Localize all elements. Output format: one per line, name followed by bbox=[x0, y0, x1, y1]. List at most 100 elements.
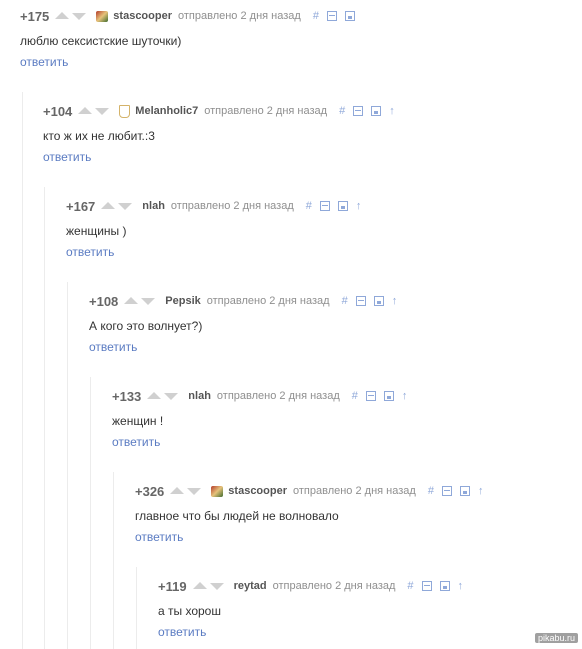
comment-author[interactable]: reytad bbox=[234, 580, 267, 592]
arrow-parent-icon[interactable]: ↑ bbox=[458, 580, 464, 592]
comment-rating: +104 bbox=[43, 103, 73, 119]
comment-header: +167 nlah отправлено 2 дня назад # ↑ bbox=[66, 197, 369, 215]
comment-timestamp: отправлено 2 дня назад bbox=[170, 200, 294, 212]
comment-timestamp: отправлено 2 дня назад bbox=[216, 390, 340, 402]
comment-text: а ты хорош bbox=[158, 604, 221, 618]
reply-link[interactable]: ответить bbox=[66, 245, 114, 259]
comment-rating: +108 bbox=[89, 293, 119, 309]
permalink-icon[interactable]: # bbox=[306, 200, 312, 212]
comment-author[interactable]: nlah bbox=[188, 390, 211, 402]
arrow-parent-icon[interactable]: ↑ bbox=[402, 390, 408, 402]
save-icon[interactable] bbox=[459, 486, 470, 496]
comment-author[interactable]: stascooper bbox=[228, 485, 287, 497]
comment-author[interactable]: Melanholic7 bbox=[135, 105, 198, 117]
arrow-down-icon[interactable] bbox=[141, 298, 156, 305]
permalink-icon[interactable]: # bbox=[428, 485, 434, 497]
melanholic7-avatar bbox=[119, 104, 131, 118]
comment: +326 stascooper отправлено 2 дня назад #… bbox=[135, 482, 491, 546]
comment-text: главное что бы людей не волновало bbox=[135, 509, 339, 523]
collapse-icon[interactable] bbox=[365, 391, 376, 401]
permalink-icon[interactable]: # bbox=[339, 105, 345, 117]
arrow-up-icon[interactable] bbox=[78, 106, 93, 114]
comment-timestamp: отправлено 2 дня назад bbox=[178, 10, 301, 22]
comment-header: +104 Melanholic7 отправлено 2 дня назад … bbox=[43, 102, 403, 120]
thread-line bbox=[22, 92, 23, 649]
permalink-icon[interactable]: # bbox=[352, 390, 358, 402]
thread-line bbox=[113, 472, 114, 649]
arrow-down-icon[interactable] bbox=[72, 13, 87, 20]
comment-author[interactable]: stascooper bbox=[113, 10, 172, 22]
save-icon[interactable] bbox=[373, 296, 384, 306]
comment-rating: +133 bbox=[112, 388, 142, 404]
thread-line bbox=[136, 567, 137, 649]
permalink-icon[interactable]: # bbox=[313, 10, 319, 22]
permalink-icon[interactable]: # bbox=[407, 580, 413, 592]
arrow-up-icon[interactable] bbox=[170, 486, 185, 494]
arrow-parent-icon[interactable]: ↑ bbox=[389, 105, 395, 117]
comment-rating: +326 bbox=[135, 483, 165, 499]
comment: +175 stascooper отправлено 2 дня назад #… bbox=[20, 7, 363, 71]
arrow-parent-icon[interactable]: ↑ bbox=[392, 295, 398, 307]
arrow-up-icon[interactable] bbox=[55, 11, 70, 19]
arrow-down-icon[interactable] bbox=[118, 203, 133, 210]
comment-author[interactable]: Pepsik bbox=[165, 295, 200, 307]
collapse-icon[interactable] bbox=[355, 296, 366, 306]
arrow-parent-icon[interactable]: ↑ bbox=[356, 200, 362, 212]
comment-author[interactable]: nlah bbox=[142, 200, 165, 212]
save-icon[interactable] bbox=[337, 201, 348, 211]
thread-line bbox=[67, 282, 68, 649]
reply-link[interactable]: ответить bbox=[112, 435, 160, 449]
comment-header: +175 stascooper отправлено 2 дня назад # bbox=[20, 7, 363, 25]
arrow-up-icon[interactable] bbox=[101, 201, 116, 209]
comment-timestamp: отправлено 2 дня назад bbox=[206, 295, 330, 307]
reply-link[interactable]: ответить bbox=[43, 150, 91, 164]
arrow-up-icon[interactable] bbox=[147, 391, 162, 399]
comment-text: люблю сексистские шуточки) bbox=[20, 34, 182, 48]
arrow-down-icon[interactable] bbox=[209, 583, 224, 590]
comment-header: +133 nlah отправлено 2 дня назад # ↑ bbox=[112, 387, 415, 405]
comment: +133 nlah отправлено 2 дня назад # ↑ жен… bbox=[112, 387, 415, 451]
reply-link[interactable]: ответить bbox=[89, 340, 137, 354]
comment-header: +326 stascooper отправлено 2 дня назад #… bbox=[135, 482, 491, 500]
thread-line bbox=[90, 377, 91, 649]
save-icon[interactable] bbox=[439, 581, 450, 591]
reply-link[interactable]: ответить bbox=[158, 625, 206, 639]
comment: +104 Melanholic7 отправлено 2 дня назад … bbox=[43, 102, 403, 166]
comment-text: кто ж их не любит.:3 bbox=[43, 129, 155, 143]
arrow-parent-icon[interactable]: ↑ bbox=[478, 485, 484, 497]
collapse-icon[interactable] bbox=[441, 486, 452, 496]
comment-text: А кого это волнует?) bbox=[89, 319, 203, 333]
collapse-icon[interactable] bbox=[421, 581, 432, 591]
stascooper-avatar bbox=[211, 485, 224, 497]
save-icon[interactable] bbox=[344, 11, 355, 21]
reply-link[interactable]: ответить bbox=[20, 55, 68, 69]
stascooper-avatar bbox=[96, 10, 109, 22]
arrow-down-icon[interactable] bbox=[164, 393, 179, 400]
reply-link[interactable]: ответить bbox=[135, 530, 183, 544]
comment: +108 Pepsik отправлено 2 дня назад # ↑ А… bbox=[89, 292, 405, 356]
comment-header: +108 Pepsik отправлено 2 дня назад # ↑ bbox=[89, 292, 405, 310]
comment-timestamp: отправлено 2 дня назад bbox=[293, 485, 416, 497]
arrow-up-icon[interactable] bbox=[124, 296, 139, 304]
thread-line bbox=[44, 187, 45, 649]
comment-rating: +167 bbox=[66, 198, 96, 214]
comment-timestamp: отправлено 2 дня назад bbox=[272, 580, 396, 592]
comment-rating: +119 bbox=[158, 578, 187, 594]
collapse-icon[interactable] bbox=[353, 106, 364, 116]
comment-timestamp: отправлено 2 дня назад bbox=[204, 105, 328, 117]
permalink-icon[interactable]: # bbox=[342, 295, 348, 307]
save-icon[interactable] bbox=[371, 106, 382, 116]
arrow-down-icon[interactable] bbox=[95, 108, 110, 115]
watermark: pikabu.ru bbox=[534, 633, 578, 643]
collapse-icon[interactable] bbox=[319, 201, 330, 211]
comment-text: женщин ! bbox=[112, 414, 164, 428]
arrow-up-icon[interactable] bbox=[192, 581, 207, 589]
comment-header: +119 reytad отправлено 2 дня назад # ↑ bbox=[158, 577, 471, 595]
collapse-icon[interactable] bbox=[326, 11, 337, 21]
comment-text: женщины ) bbox=[66, 224, 127, 238]
arrow-down-icon[interactable] bbox=[187, 488, 202, 495]
comment: +119 reytad отправлено 2 дня назад # ↑ а… bbox=[158, 577, 471, 641]
save-icon[interactable] bbox=[383, 391, 394, 401]
comment: +167 nlah отправлено 2 дня назад # ↑ жен… bbox=[66, 197, 369, 261]
comment-rating: +175 bbox=[20, 8, 50, 24]
